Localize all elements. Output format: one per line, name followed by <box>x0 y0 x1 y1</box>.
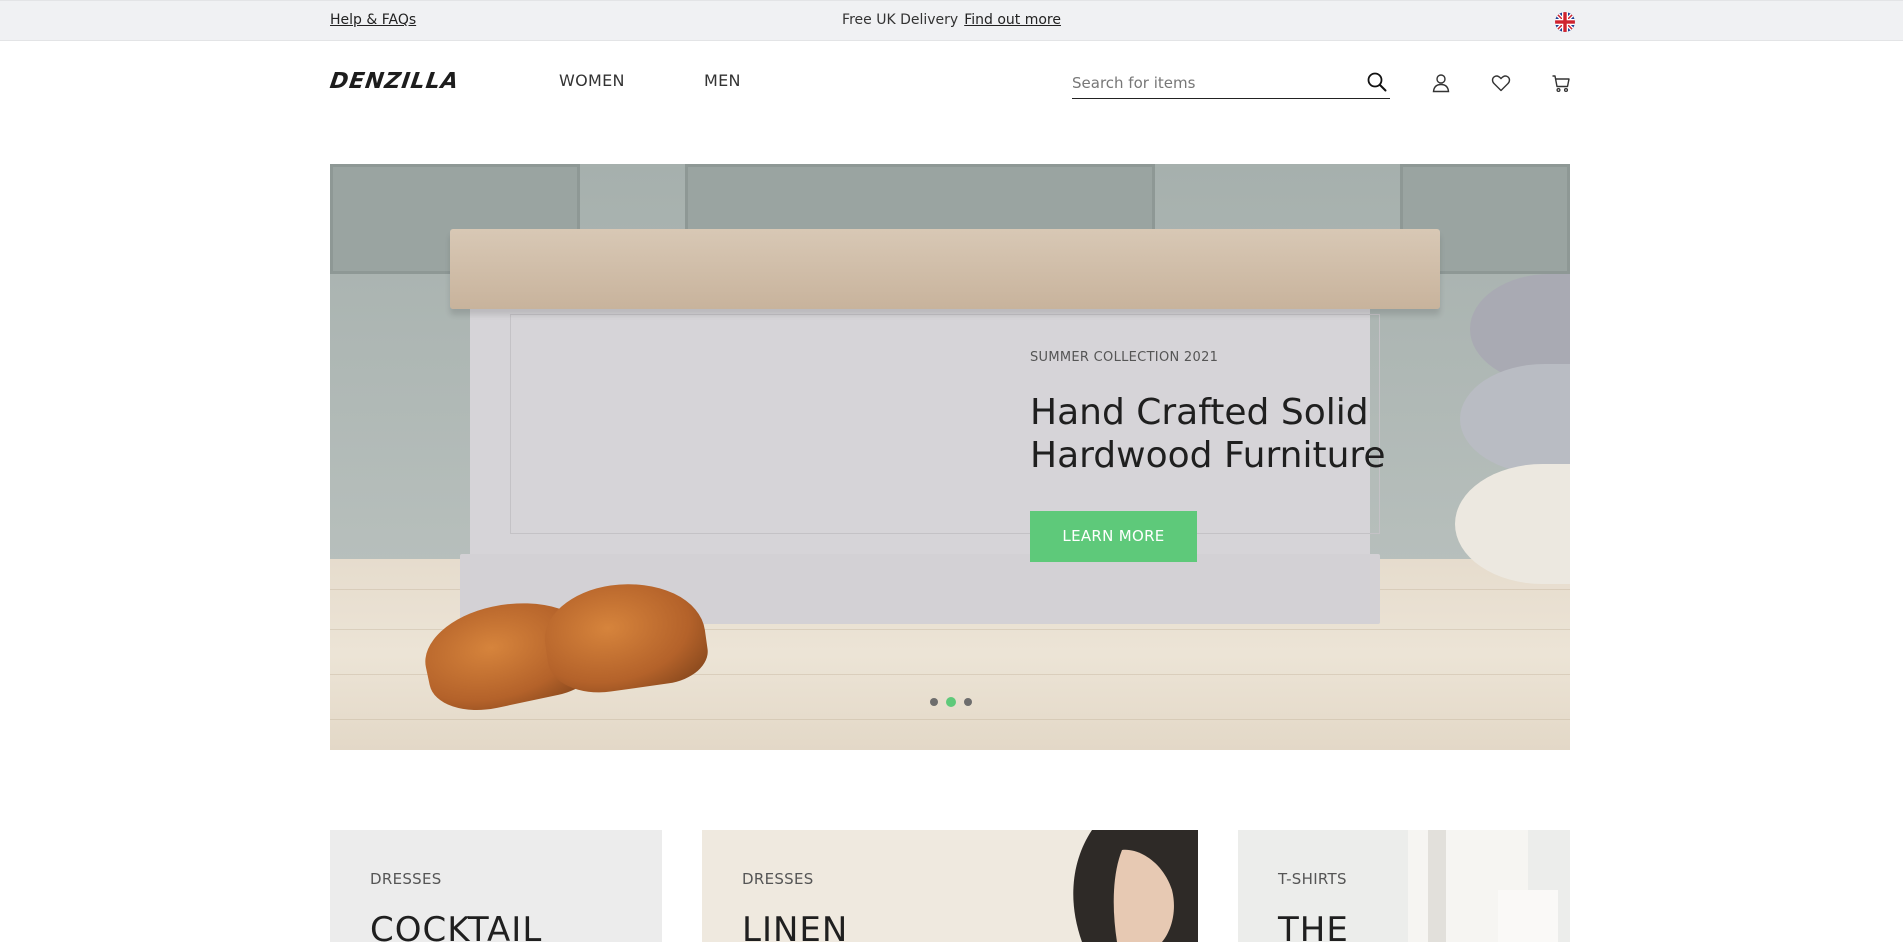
category-title: COCKTAIL <box>370 910 543 942</box>
site-header: DENZILLA WOMEN MEN <box>0 41 1903 123</box>
hero-title-line-1: Hand Crafted Solid <box>1030 392 1369 433</box>
category-title: LINEN <box>742 910 849 942</box>
category-eyebrow: DRESSES <box>370 870 442 888</box>
pillows-image <box>1450 274 1570 594</box>
cart-icon[interactable] <box>1550 72 1572 94</box>
hero-title-line-2: Hardwood Furniture <box>1030 435 1386 476</box>
slide-dot-3[interactable] <box>964 698 972 706</box>
search-input[interactable] <box>1072 71 1352 95</box>
category-card-linen[interactable]: DRESSES LINEN <box>702 830 1198 942</box>
hero-eyebrow: SUMMER COLLECTION 2021 <box>1030 350 1219 365</box>
brogue-shoes-image <box>416 569 712 721</box>
hero-title: Hand Crafted Solid Hardwood Furniture <box>1030 391 1410 477</box>
delivery-promo-text: Free UK Delivery <box>842 12 959 28</box>
tshirt-photo <box>1408 830 1558 942</box>
category-card-tshirts[interactable]: T-SHIRTS THE <box>1238 830 1570 942</box>
heart-icon[interactable] <box>1490 72 1512 94</box>
category-eyebrow: DRESSES <box>742 870 814 888</box>
category-eyebrow: T-SHIRTS <box>1278 870 1347 888</box>
category-title: THE <box>1278 910 1349 942</box>
slide-dot-2[interactable] <box>946 697 956 707</box>
slider-pagination <box>930 697 972 707</box>
top-announcement-bar: Help & FAQs Free UK Delivery Find out mor… <box>0 0 1903 41</box>
site-logo[interactable]: DENZILLA <box>328 69 460 94</box>
hero-banner: SUMMER COLLECTION 2021 Hand Crafted Soli… <box>330 164 1570 750</box>
learn-more-button[interactable]: LEARN MORE <box>1030 511 1197 562</box>
search-bar <box>1072 67 1390 99</box>
model-photo <box>1073 830 1198 942</box>
slide-dot-1[interactable] <box>930 698 938 706</box>
find-out-more-link[interactable]: Find out more <box>964 12 1061 28</box>
category-card-cocktail[interactable]: DRESSES COCKTAIL <box>330 830 662 942</box>
delivery-promo: Free UK Delivery Find out more <box>0 12 1903 28</box>
nav-men[interactable]: MEN <box>704 71 741 90</box>
hero-content: SUMMER COLLECTION 2021 Hand Crafted Soli… <box>1030 350 1410 562</box>
nav-women[interactable]: WOMEN <box>559 71 625 90</box>
uk-flag-icon[interactable] <box>1555 12 1575 32</box>
search-icon[interactable] <box>1366 71 1388 93</box>
user-icon[interactable] <box>1430 72 1452 94</box>
